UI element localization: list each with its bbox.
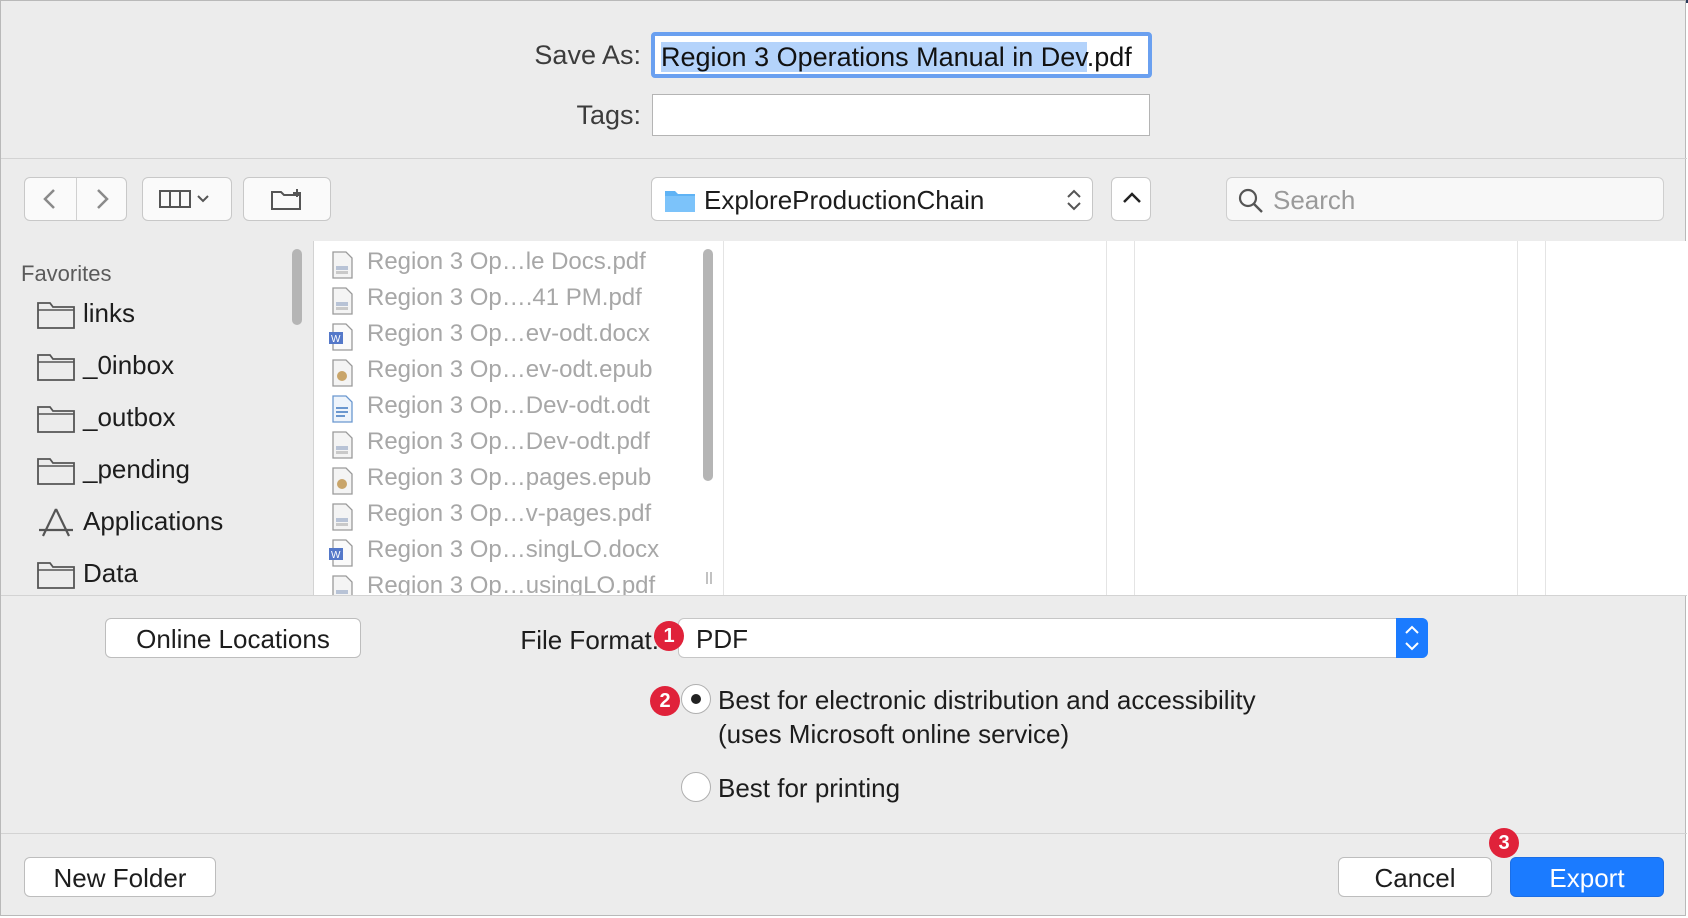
file-name: Region 3 Op…Dev-odt.odt [367, 392, 650, 419]
odt-icon [332, 395, 353, 423]
radio-electronic[interactable] [681, 684, 711, 714]
pdf-icon [332, 575, 353, 595]
nav-buttons [24, 177, 127, 221]
column-divider [723, 241, 724, 595]
sidebar-item-label: _outbox [83, 402, 176, 432]
expand-collapse-button[interactable] [1111, 177, 1151, 221]
save-dialog: Save As: Region 3 Operations Manual in D… [0, 0, 1687, 916]
tags-input[interactable] [652, 94, 1150, 136]
export-button[interactable]: Export [1510, 857, 1664, 897]
sidebar-scrollbar[interactable] [292, 249, 302, 325]
radio-electronic-label: Best for electronic distribution and acc… [718, 685, 1256, 715]
step-badge-1: 1 [654, 621, 684, 651]
word-icon: W [329, 323, 353, 351]
search-icon [1238, 188, 1263, 213]
file-format-value: PDF [696, 624, 748, 654]
column-resize-handle[interactable] [704, 571, 714, 585]
radio-printing-label: Best for printing [718, 773, 901, 803]
column-divider [1134, 241, 1135, 595]
pdf-icon [332, 503, 353, 531]
sidebar: Favorites links _0inbox _outbox _pending [1, 241, 314, 595]
column-divider [1545, 241, 1546, 595]
new-folder-toolbar-button[interactable] [243, 177, 331, 221]
step-badge-2: 2 [650, 686, 680, 716]
location-label: ExploreProductionChain [704, 185, 985, 215]
radio-printing[interactable] [681, 772, 711, 802]
folder-icon [37, 354, 75, 381]
file-name: Region 3 Op…ev-odt.docx [367, 320, 650, 347]
file-name: Region 3 Op…ev-odt.epub [367, 356, 653, 383]
radio-electronic-sublabel: (uses Microsoft online service) [718, 719, 1070, 749]
file-name: Region 3 Op…le Docs.pdf [367, 248, 646, 275]
pdf-icon [332, 251, 353, 279]
sidebar-item-label: Applications [83, 506, 224, 536]
step-badge-3: 3 [1489, 828, 1519, 858]
filename-extension: .pdf [1086, 42, 1132, 72]
search-placeholder: Search [1273, 185, 1356, 215]
chevron-up-icon [1123, 192, 1141, 203]
epub-icon [332, 359, 353, 387]
file-browser: Favorites links _0inbox _outbox _pending [1, 241, 1687, 595]
favorites-heading: Favorites [21, 261, 112, 286]
new-folder-button[interactable]: New Folder [24, 857, 216, 897]
file-name: Region 3 Op…singLO.docx [367, 536, 660, 563]
chevron-right-icon [97, 189, 109, 209]
applications-icon [39, 508, 73, 537]
divider [1, 595, 1687, 596]
folder-icon [37, 302, 75, 329]
tags-label: Tags: [576, 100, 641, 130]
pdf-icon [332, 287, 353, 315]
file-name: Region 3 Op…usingLO.pdf [367, 572, 656, 595]
select-arrows [1396, 618, 1428, 658]
file-name: Region 3 Op…pages.epub [367, 464, 652, 491]
folder-icon [37, 458, 75, 485]
file-name: Region 3 Op….41 PM.pdf [367, 284, 642, 311]
file-format-label: File Format: [520, 625, 659, 655]
up-down-arrows-icon [1067, 189, 1081, 211]
file-name: Region 3 Op…v-pages.pdf [367, 500, 652, 527]
folder-icon [665, 191, 695, 212]
svg-text:W: W [331, 334, 341, 345]
folder-icon [37, 406, 75, 433]
sidebar-item-label: _pending [83, 454, 190, 484]
forward-button[interactable] [77, 178, 127, 220]
radio-dot [691, 694, 701, 704]
file-name: Region 3 Op…Dev-odt.pdf [367, 428, 650, 455]
resize-grip-icon [706, 572, 712, 584]
location-popup[interactable]: ExploreProductionChain [651, 177, 1093, 221]
folder-plus-icon [271, 189, 301, 210]
word-icon: W [329, 539, 353, 567]
online-locations-button[interactable]: Online Locations [105, 618, 361, 658]
file-list-scrollbar[interactable] [703, 249, 713, 481]
divider [1, 158, 1687, 159]
epub-icon [332, 467, 353, 495]
chevron-left-icon [43, 189, 55, 209]
save-as-input[interactable]: Region 3 Operations Manual in Dev.pdf [651, 32, 1152, 78]
column-divider [1517, 241, 1518, 595]
svg-text:W: W [331, 550, 341, 561]
pdf-icon [332, 431, 353, 459]
up-down-arrows-icon [1405, 625, 1419, 651]
cancel-button[interactable]: Cancel [1338, 857, 1492, 897]
save-as-label: Save As: [534, 40, 641, 70]
filename-selected-text: Region 3 Operations Manual in Dev [661, 42, 1087, 72]
sidebar-item-label: links [83, 298, 136, 328]
folder-icon [37, 562, 75, 589]
back-button[interactable] [25, 178, 76, 220]
search-field[interactable]: Search [1226, 177, 1664, 221]
column-divider [1106, 241, 1107, 595]
column-view-icon [159, 190, 209, 208]
file-format-select[interactable]: PDF [678, 618, 1428, 658]
view-mode-button[interactable] [142, 177, 232, 221]
divider [1, 833, 1687, 834]
sidebar-item-label: _0inbox [83, 350, 175, 380]
sidebar-item-label: Data [83, 558, 138, 588]
